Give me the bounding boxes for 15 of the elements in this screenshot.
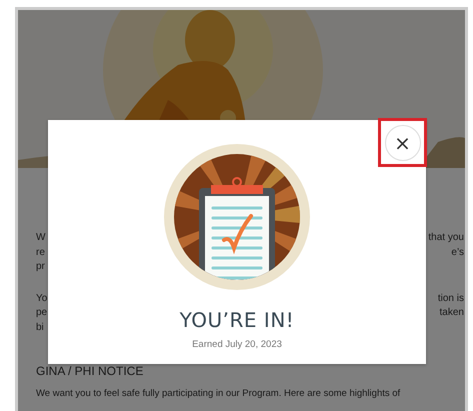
text-fragment: re (36, 246, 45, 260)
modal-title: YOU’RE IN! (180, 308, 294, 332)
section-heading: GINA / PHI NOTICE (36, 364, 144, 378)
text-fragment: tion is (438, 292, 464, 306)
text-fragment: e’s (451, 246, 464, 260)
text-fragment: W (36, 231, 46, 245)
text-fragment: taken (440, 306, 464, 320)
close-button[interactable]: × (384, 124, 420, 160)
earned-date: Earned July 20, 2023 (192, 339, 282, 350)
text-fragment: bi (36, 320, 44, 334)
text-fragment: pr (36, 260, 45, 274)
text-fragment: Yo (36, 292, 48, 306)
paragraph: We want you to feel safe fully participating in our Program. Here are some highlights of (36, 387, 402, 400)
text-fragment: pe (36, 306, 48, 320)
text-fragment: that you (428, 231, 464, 245)
